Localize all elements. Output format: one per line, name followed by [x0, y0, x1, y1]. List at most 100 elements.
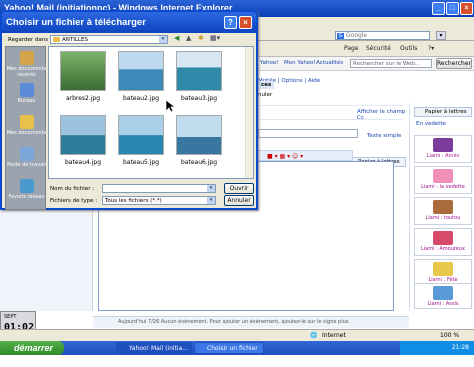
close-button[interactable]: ×	[460, 2, 473, 15]
web-search-button[interactable]: Rechercher	[436, 58, 472, 69]
stationery-item[interactable]: Liami : la vedette	[414, 166, 472, 194]
back-icon[interactable]: ◀	[174, 34, 179, 42]
tab-fragment[interactable]: ces	[258, 81, 275, 89]
format-icons[interactable]: ■ ▾ ▦ ▾ ☺ ▾	[267, 153, 303, 160]
stationery-label: Liami : Amoureux	[420, 246, 466, 252]
views-menu-icon[interactable]: ▦▾	[210, 34, 220, 42]
place-network[interactable]: Favoris réseau	[6, 177, 47, 209]
globe-icon: 🌐	[310, 332, 318, 339]
file-item[interactable]: bateau4.jpg	[55, 113, 111, 175]
stationery-label: Liami : Anniv	[426, 153, 460, 159]
place-label: Poste de travail	[7, 162, 46, 168]
cmd-security[interactable]: Sécurité	[366, 45, 391, 52]
search-go-icon[interactable]: ▾	[436, 31, 446, 40]
calendar-status-text: Aujourd'hui 7/26 Aucun événement. Pour a…	[118, 319, 350, 325]
filetype-select[interactable]: Tous les fichiers (*.*) ▾	[102, 196, 216, 205]
plain-text-link[interactable]: Texte simple	[367, 133, 401, 139]
file-name: bateau5.jpg	[122, 159, 160, 166]
google-search-box[interactable]: G Google	[335, 31, 430, 40]
network-icon	[19, 179, 34, 193]
mouse-cursor-icon	[166, 100, 175, 113]
web-search-input[interactable]: Rechercher sur le Web...	[350, 59, 432, 68]
tray-clock: 21:28	[451, 344, 469, 351]
place-label: Favoris réseau	[8, 194, 45, 200]
stationery-item[interactable]: Liami : toutou	[414, 197, 472, 225]
zoom-label[interactable]: 100 %	[440, 332, 459, 339]
file-item[interactable]: bateau2.jpg	[113, 49, 169, 111]
filetype-label: Fichiers de type :	[50, 198, 98, 204]
filename-label: Nom du fichier :	[50, 186, 95, 192]
stationery-button-label: Papier à lettres	[425, 109, 467, 115]
toolbar-link-news[interactable]: Actualités	[316, 60, 343, 66]
toolbar-link-my-yahoo[interactable]: Mon Yahoo!	[284, 60, 316, 66]
command-bar: Page Sécurité Outils ?▾	[258, 41, 474, 57]
featured-label[interactable]: En vedette	[416, 121, 446, 127]
cancel-button[interactable]: Annuler	[224, 195, 254, 206]
subject-field[interactable]	[258, 129, 358, 138]
look-in-value: ANTILLES	[62, 37, 88, 43]
stationery-item[interactable]: Liami : Amoureux	[414, 228, 472, 256]
chevron-down-icon: ▾	[159, 36, 167, 43]
stationery-button[interactable]: Papier à lettres	[414, 107, 472, 117]
file-thumbnail	[118, 115, 164, 155]
toolbar-link-yahoo[interactable]: Yahoo!	[260, 60, 278, 66]
yahoo-toolbar: Yahoo! Mon Yahoo! Actualités Rechercher …	[258, 57, 474, 71]
google-icon: G	[337, 33, 344, 39]
place-my-documents[interactable]: Mes documents	[6, 113, 47, 145]
desktop-icon	[19, 83, 34, 97]
file-name: bateau3.jpg	[180, 95, 218, 102]
place-desktop[interactable]: Bureau	[6, 81, 47, 113]
chevron-down-icon: ▾	[207, 197, 215, 204]
file-item[interactable]: bateau6.jpg	[171, 113, 227, 175]
mail-left-sidebar	[0, 211, 93, 311]
place-label: Mes documents	[6, 130, 47, 136]
file-thumbnail	[118, 51, 164, 91]
file-thumbnail	[176, 51, 222, 91]
file-item[interactable]: bateau5.jpg	[113, 113, 169, 175]
stationery-item[interactable]: Liami : Assis	[414, 283, 472, 309]
file-name: bateau2.jpg	[122, 95, 160, 102]
file-name: arbres2.jpg	[65, 95, 101, 102]
recent-docs-icon	[19, 51, 34, 65]
place-recent[interactable]: Mes documents récents	[6, 49, 47, 81]
divider	[253, 119, 403, 120]
look-in-select[interactable]: ANTILLES ▾	[50, 35, 168, 44]
cancel-link-fragment[interactable]: nuler	[258, 92, 272, 98]
cmd-page[interactable]: Page	[344, 45, 359, 52]
file-list: arbres2.jpg bateau2.jpg bateau3.jpg bate…	[48, 46, 254, 179]
folder-icon	[53, 37, 60, 42]
start-button[interactable]: démarrer	[0, 341, 64, 355]
taskbar: démarrer Yahoo! Mail (initia... Choisir …	[0, 341, 474, 364]
minimize-button[interactable]: _	[432, 2, 445, 15]
file-item[interactable]: arbres2.jpg	[55, 49, 111, 111]
file-thumbnail	[60, 51, 106, 91]
stationery-panel: Papier à lettres En vedette Liami : Anni…	[409, 103, 474, 311]
clock-date: SEPT	[4, 314, 17, 320]
dialog-title-bar: Choisir un fichier à télécharger ? ×	[2, 12, 256, 33]
up-folder-icon[interactable]: ▲	[186, 34, 191, 42]
stationery-label: Liami : toutou	[425, 215, 461, 221]
system-tray: 21:28	[400, 341, 474, 355]
task-button-ie[interactable]: Yahoo! Mail (initia...	[116, 342, 192, 354]
help-icon[interactable]: ?	[224, 16, 237, 29]
stationery-item[interactable]: Liami : Anniv	[414, 135, 472, 163]
cmd-tools[interactable]: Outils	[400, 45, 417, 52]
task-button-dialog[interactable]: Choisir un fichier à...	[194, 342, 264, 364]
link-options[interactable]: Options	[281, 78, 302, 84]
open-button[interactable]: Ouvrir	[224, 183, 254, 194]
link-help[interactable]: Aide	[308, 78, 320, 84]
dialog-close-button[interactable]: ×	[239, 16, 252, 29]
calendar-status-line: Aujourd'hui 7/26 Aucun événement. Pour a…	[93, 316, 409, 328]
zone-label: Internet	[322, 332, 346, 339]
maximize-button[interactable]: □	[446, 2, 459, 15]
file-list-scrollbar[interactable]	[245, 47, 253, 178]
task-label: Yahoo! Mail (initia...	[129, 345, 188, 352]
cmd-help-icon[interactable]: ?▾	[428, 45, 434, 52]
file-item[interactable]: bateau3.jpg	[171, 49, 227, 111]
filename-input[interactable]: ▾	[102, 184, 216, 193]
new-folder-icon[interactable]: ✱	[198, 34, 204, 42]
place-my-computer[interactable]: Poste de travail	[6, 145, 47, 177]
chevron-down-icon: ▾	[207, 185, 215, 192]
stationery-label: Liami : Assis	[427, 301, 459, 307]
start-label: démarrer	[14, 343, 54, 353]
